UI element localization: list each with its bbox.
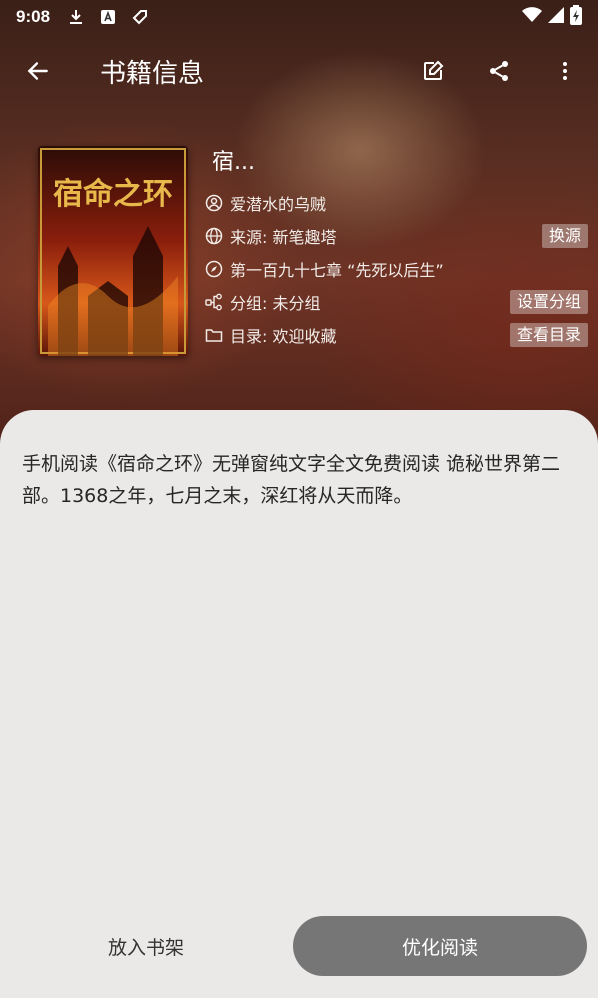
arrow-back-icon [27, 62, 48, 80]
page-title: 书籍信息 [100, 58, 205, 89]
font-icon [98, 7, 118, 27]
compass-icon [204, 259, 224, 279]
back-button[interactable] [0, 38, 76, 104]
details-sheet: 手机阅读《宿命之环》无弹窗纯文字全文免费阅读 诡秘世界第二部。1368之年，七月… [0, 410, 598, 998]
read-button[interactable]: 优化阅读 [293, 916, 587, 976]
group-text: 分组: 未分组 [230, 293, 321, 313]
author-text: 爱潜水的乌贼 [230, 194, 327, 214]
source-row: 来源: 新笔趣塔 换源 [204, 219, 588, 252]
book-title: 宿... [212, 150, 255, 175]
share-icon [490, 61, 508, 81]
edit-icon [424, 60, 444, 80]
edit-button[interactable] [400, 38, 466, 104]
toc-row: 目录: 欢迎收藏 查看目录 [204, 318, 588, 351]
status-time: 9:08 [16, 7, 51, 26]
view-toc-button[interactable]: 查看目录 [509, 322, 588, 347]
share-button[interactable] [466, 38, 532, 104]
book-cover[interactable]: 宿命之环 [38, 146, 188, 356]
wifi-icon [522, 6, 542, 28]
battery-charging-icon [570, 4, 582, 30]
latest-chapter-row: 第一百九十七章 “先死以后生” [204, 252, 588, 285]
cover-title: 宿命之环 [53, 177, 173, 212]
toc-text: 目录: 欢迎收藏 [230, 326, 337, 346]
person-icon [204, 193, 224, 213]
add-to-shelf-button[interactable]: 放入书架 [0, 916, 292, 976]
status-bar: 9:08 [0, 0, 598, 34]
more-vert-icon [563, 62, 567, 80]
tag-icon [130, 7, 150, 27]
book-info: 宿... 爱潜水的乌贼 来源: 新笔趣塔 换源 第一百九十七章 “先死以后生” … [204, 140, 588, 351]
change-source-button[interactable]: 换源 [541, 223, 588, 248]
author-row[interactable]: 爱潜水的乌贼 [204, 186, 588, 219]
app-bar: 书籍信息 [0, 38, 598, 104]
group-row: 分组: 未分组 设置分组 [204, 285, 588, 318]
source-text: 来源: 新笔趣塔 [230, 227, 337, 247]
set-group-button[interactable]: 设置分组 [509, 289, 588, 314]
group-icon [204, 292, 224, 312]
folder-icon [204, 325, 224, 345]
signal-icon [548, 6, 564, 28]
download-icon [66, 7, 86, 27]
globe-icon [204, 226, 224, 246]
latest-chapter-text: 第一百九十七章 “先死以后生” [230, 260, 444, 280]
book-intro: 手机阅读《宿命之环》无弹窗纯文字全文免费阅读 诡秘世界第二部。1368之年，七月… [22, 453, 561, 507]
more-options-button[interactable] [532, 38, 598, 104]
